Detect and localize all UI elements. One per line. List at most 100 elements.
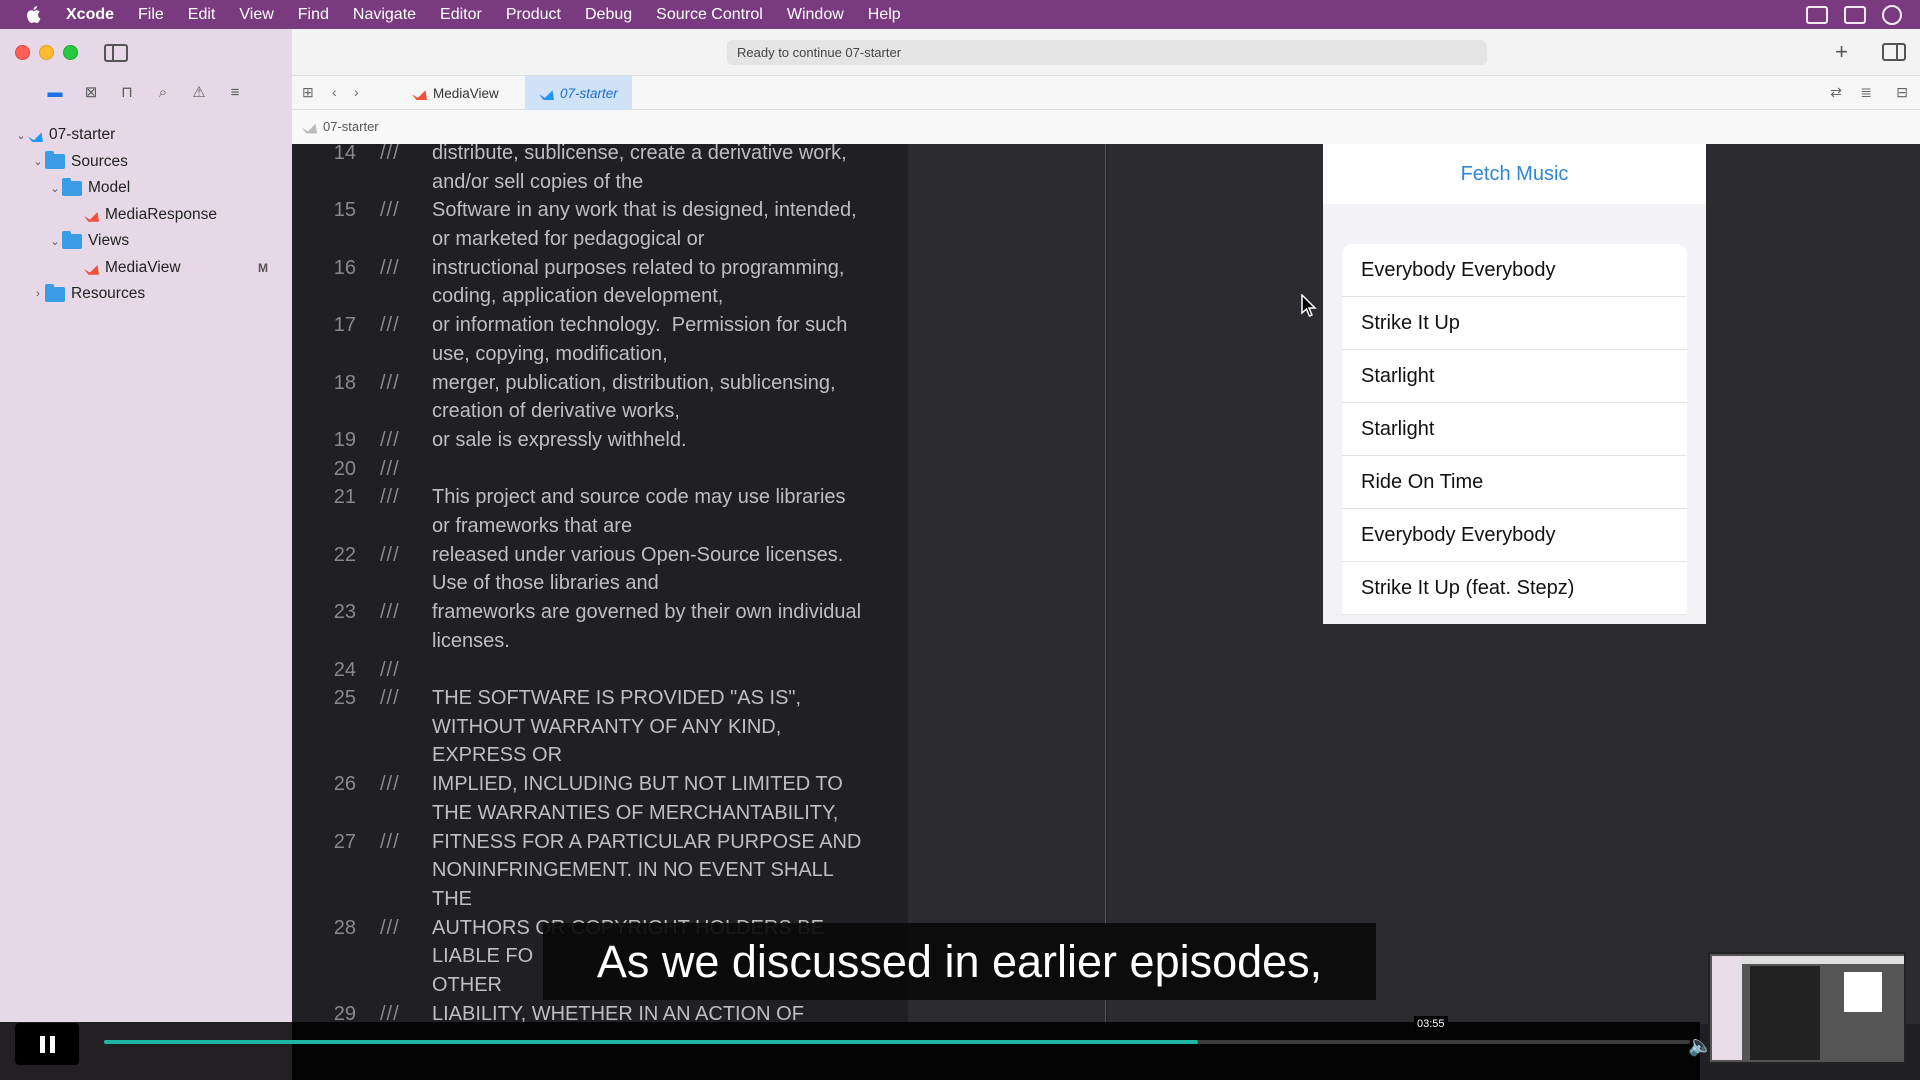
chevron-down-icon[interactable]: ⌄: [31, 155, 45, 168]
track-row[interactable]: Starlight: [1342, 350, 1687, 403]
folder-icon: [45, 283, 65, 302]
tree-item-views[interactable]: ⌄ Views: [0, 228, 292, 255]
minimize-window-button[interactable]: [39, 45, 54, 60]
menu-product[interactable]: Product: [494, 0, 573, 29]
pip-sidebar: [1712, 956, 1742, 1060]
menu-help[interactable]: Help: [856, 0, 913, 29]
add-icon[interactable]: +: [1835, 39, 1848, 65]
symbol-icon[interactable]: ⊓: [116, 83, 138, 101]
forward-icon[interactable]: ›: [354, 84, 359, 100]
tree-item-mediaview[interactable]: MediaView M: [0, 255, 292, 282]
track-row[interactable]: Starlight: [1342, 403, 1687, 456]
line-number: 24: [333, 658, 356, 681]
code-text: merger, publication, distribution, subli…: [432, 371, 836, 423]
jump-bar: 07-starter: [292, 110, 1920, 144]
screen-record-icon[interactable]: [1806, 5, 1828, 24]
menu-debug[interactable]: Debug: [573, 0, 644, 29]
track-row[interactable]: Everybody Everybody: [1342, 509, 1687, 562]
code-text: IMPLIED, INCLUDING BUT NOT LIMITED TO TH…: [432, 773, 843, 824]
comment-marker: ///: [380, 314, 400, 337]
line-number: 28: [333, 916, 356, 939]
code-text: THE SOFTWARE IS PROVIDED "AS IS", WITHOU…: [432, 687, 802, 767]
track-row[interactable]: Strike It Up (feat. Stepz): [1342, 562, 1687, 615]
report-icon[interactable]: ≡: [224, 83, 246, 101]
back-icon[interactable]: ‹: [332, 84, 337, 100]
control-center-icon[interactable]: [1844, 5, 1866, 24]
tree-item-label: Sources: [71, 152, 128, 170]
tab-07-starter[interactable]: 07-starter: [525, 76, 632, 110]
code-editor[interactable]: 14 /// distribute, sublicense, create a de…: [292, 144, 908, 1024]
track-list: Everybody Everybody Strike It Up Starlight…: [1342, 244, 1687, 615]
nav-title: Fetch Music: [1323, 144, 1706, 204]
comment-marker: ///: [380, 256, 400, 279]
comment-marker: ///: [380, 486, 400, 509]
line-number: 23: [333, 601, 356, 624]
sidebar-toggle-icon[interactable]: [104, 44, 128, 62]
editor-tab-bar: ⊞ ‹ › MediaView 07-starter ⇄ ≣ ⊟: [292, 76, 1920, 110]
grid-icon[interactable]: ⊞: [302, 84, 314, 101]
chevron-right-icon[interactable]: ›: [31, 288, 45, 300]
menu-window[interactable]: Window: [775, 0, 856, 29]
picture-in-picture-thumbnail[interactable]: [1708, 952, 1906, 1064]
refresh-icon[interactable]: ⇄: [1830, 84, 1842, 101]
progress-bar[interactable]: [104, 1040, 1690, 1044]
pause-button[interactable]: [15, 1023, 79, 1065]
comment-marker: ///: [380, 457, 400, 480]
line-number: 21: [333, 486, 356, 509]
status-icons: [1806, 0, 1902, 29]
tree-item-mediaresponse[interactable]: MediaResponse: [0, 202, 292, 229]
tree-item-resources[interactable]: › Resources: [0, 281, 292, 308]
tree-item-label: Model: [88, 179, 131, 197]
editor-options-icon[interactable]: ≣: [1860, 84, 1872, 101]
chevron-down-icon[interactable]: ⌄: [14, 129, 28, 142]
tree-item-label: Views: [88, 232, 130, 250]
inspector-toggle-icon[interactable]: [1882, 43, 1906, 61]
comment-marker: ///: [380, 1003, 400, 1024]
code-text: instructional purposes related to progra…: [432, 256, 845, 308]
tree-item-model[interactable]: ⌄ Model: [0, 175, 292, 202]
line-number: 16: [333, 256, 356, 279]
track-row[interactable]: Ride On Time: [1342, 456, 1687, 509]
menu-file[interactable]: File: [126, 0, 176, 29]
video-subtitle: As we discussed in earlier episodes,: [543, 923, 1376, 1000]
menu-view[interactable]: View: [227, 0, 285, 29]
track-row[interactable]: Everybody Everybody: [1342, 244, 1687, 297]
comment-marker: ///: [380, 144, 400, 164]
swift-file-icon: [84, 264, 99, 275]
warning-icon[interactable]: ⚠: [188, 83, 210, 101]
breadcrumb[interactable]: 07-starter: [302, 119, 379, 134]
line-number: 18: [333, 371, 356, 394]
menu-source-control[interactable]: Source Control: [644, 0, 775, 29]
tree-item-sources[interactable]: ⌄ Sources: [0, 149, 292, 176]
menu-find[interactable]: Find: [286, 0, 341, 29]
tab-label: MediaView: [433, 85, 499, 101]
close-window-button[interactable]: [15, 45, 30, 60]
split-editor-icon[interactable]: ⊟: [1896, 84, 1908, 101]
code-text: Software in any work that is designed, i…: [432, 199, 857, 250]
pip-preview: [1844, 972, 1882, 1012]
activity-viewer: Ready to continue 07-starter: [727, 40, 1487, 65]
comment-marker: ///: [380, 199, 400, 222]
preview-device[interactable]: Fetch Music Everybody Everybody Strike It…: [1323, 144, 1706, 624]
folder-icon[interactable]: ▬: [44, 83, 66, 101]
menu-app[interactable]: Xcode: [62, 0, 126, 29]
clock-icon[interactable]: [1882, 4, 1902, 25]
chevron-down-icon[interactable]: ⌄: [48, 182, 62, 195]
apple-icon[interactable]: [22, 4, 44, 26]
search-icon[interactable]: ⌕: [152, 83, 174, 101]
code-text: LIABILITY, WHETHER IN AN ACTION OF: [432, 1003, 804, 1024]
tree-item-project[interactable]: ⌄ 07-starter: [0, 122, 292, 149]
zoom-window-button[interactable]: [63, 45, 78, 60]
chevron-down-icon[interactable]: ⌄: [48, 235, 62, 248]
comment-marker: ///: [380, 371, 400, 394]
menu-navigate[interactable]: Navigate: [341, 0, 428, 29]
code-text: or information technology. Permission fo…: [432, 314, 848, 365]
menu-edit[interactable]: Edit: [176, 0, 228, 29]
window-toolbar: Ready to continue 07-starter +: [292, 29, 1920, 76]
source-control-icon[interactable]: ⊠: [80, 83, 102, 101]
tab-mediaview[interactable]: MediaView: [398, 76, 513, 110]
track-row[interactable]: Strike It Up: [1342, 297, 1687, 350]
file-tree: ⌄ 07-starter ⌄ Sources ⌄ Model MediaResp…: [0, 122, 292, 308]
code-text: distribute, sublicense, create a derivat…: [432, 144, 847, 193]
menu-editor[interactable]: Editor: [428, 0, 494, 29]
